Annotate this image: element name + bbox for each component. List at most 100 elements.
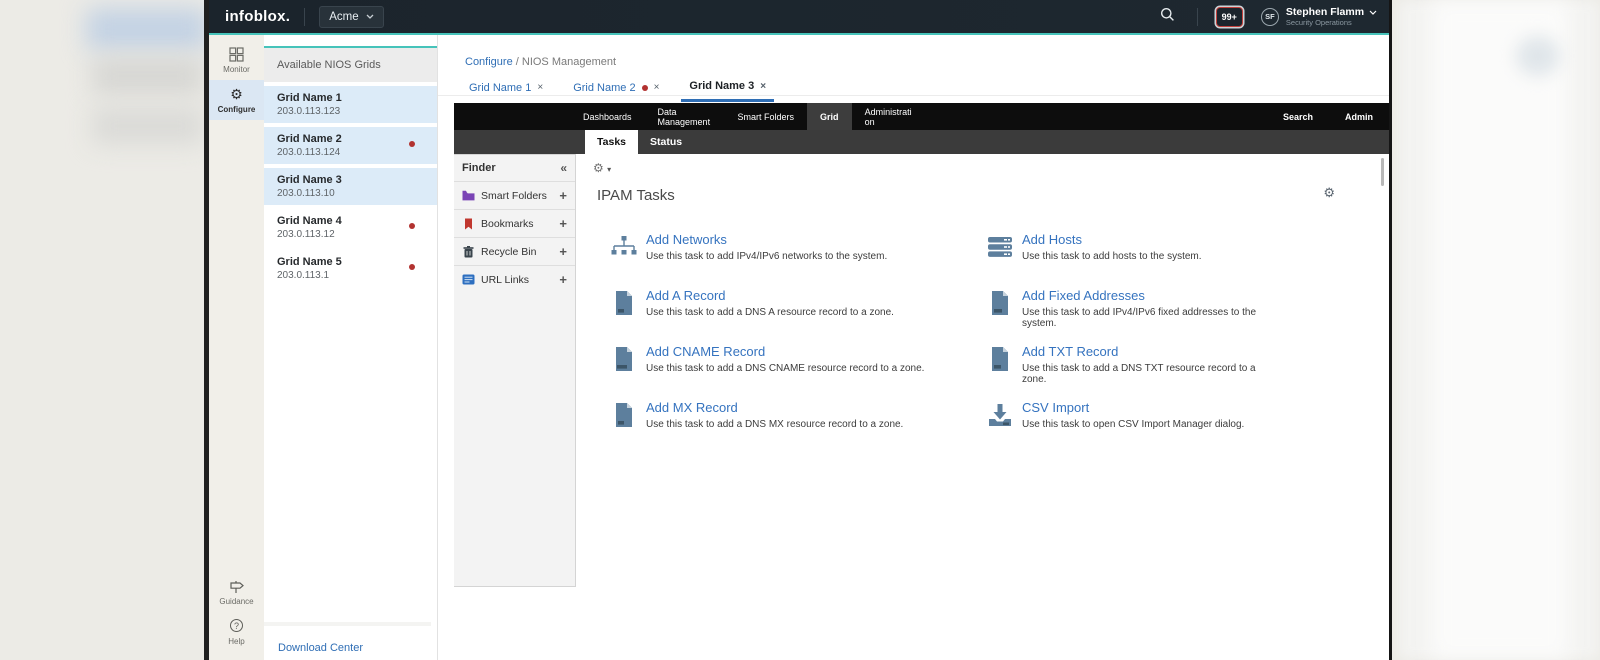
chevron-down-icon bbox=[366, 14, 374, 19]
user-role: Security Operations bbox=[1286, 18, 1377, 27]
add-icon[interactable]: + bbox=[559, 272, 567, 287]
task-desc: Use this task to add IPv4/IPv6 fixed add… bbox=[1022, 307, 1269, 329]
settings-gear-icon[interactable]: ⚙ bbox=[1323, 185, 1335, 201]
grid-name: Grid Name 3 bbox=[277, 174, 427, 186]
grid-name: Grid Name 4 bbox=[277, 215, 427, 227]
finder-item-smart-folders[interactable]: Smart Folders + bbox=[454, 181, 575, 209]
rail-item-monitor[interactable]: Monitor bbox=[209, 40, 264, 80]
nav-item-administration[interactable]: Administration bbox=[852, 103, 928, 130]
header-right: 99+ SF Stephen Flamm Security Operations bbox=[1153, 7, 1377, 27]
gear-icon: ⚙ bbox=[593, 161, 604, 175]
task-add-networks: Add Networks Use this task to add IPv4/I… bbox=[611, 232, 987, 288]
close-icon[interactable]: × bbox=[537, 82, 543, 93]
org-selector[interactable]: Acme bbox=[319, 6, 383, 28]
task-link[interactable]: Add Networks bbox=[646, 232, 887, 247]
task-link[interactable]: Add CNAME Record bbox=[646, 344, 924, 359]
task-desc: Use this task to add a DNS CNAME resourc… bbox=[646, 363, 924, 374]
tab-label: Grid Name 3 bbox=[689, 80, 754, 92]
nav-item-admin[interactable]: Admin bbox=[1329, 103, 1389, 130]
grid-list-item[interactable]: Grid Name 3 203.0.113.10 bbox=[264, 168, 437, 205]
user-menu[interactable]: SF Stephen Flamm Security Operations bbox=[1261, 7, 1377, 27]
org-name: Acme bbox=[329, 11, 358, 23]
grid-name: Grid Name 1 bbox=[277, 92, 427, 104]
nav-item-grid[interactable]: Grid bbox=[807, 103, 852, 130]
tab-grid-name-1[interactable]: Grid Name 1 × bbox=[461, 75, 551, 102]
task-link[interactable]: Add MX Record bbox=[646, 400, 903, 415]
task-csv-import: CSV Import Use this task to open CSV Imp… bbox=[987, 400, 1269, 456]
finder-item-recycle-bin[interactable]: Recycle Bin + bbox=[454, 237, 575, 265]
add-icon[interactable]: + bbox=[559, 216, 567, 231]
nav-item-dashboards[interactable]: Dashboards bbox=[570, 103, 645, 130]
task-add-cname-record: Add CNAME Record Use this task to add a … bbox=[611, 344, 987, 400]
rail-item-guidance[interactable]: Guidance bbox=[209, 572, 264, 612]
nav-item-search[interactable]: Search bbox=[1267, 103, 1329, 130]
close-icon[interactable]: × bbox=[760, 81, 766, 92]
task-link[interactable]: Add A Record bbox=[646, 288, 894, 303]
grid-name: Grid Name 2 bbox=[277, 133, 427, 145]
finder-item-bookmarks[interactable]: Bookmarks + bbox=[454, 209, 575, 237]
nios-frame: Dashboards Data Management Smart Folders… bbox=[454, 103, 1389, 660]
task-add-txt-record: Add TXT Record Use this task to add a DN… bbox=[987, 344, 1269, 400]
divider bbox=[304, 8, 305, 26]
bookmark-icon bbox=[462, 218, 475, 230]
nav-right: Search Admin bbox=[1267, 103, 1389, 130]
user-name: Stephen Flamm bbox=[1286, 7, 1377, 18]
top-header: infoblox. Acme 99+ SF Stephen Flamm bbox=[209, 0, 1389, 33]
finder-item-url-links[interactable]: URL Links + bbox=[454, 265, 575, 293]
hosts-icon bbox=[987, 234, 1013, 260]
rail-item-configure[interactable]: ⚙ Configure bbox=[209, 80, 264, 120]
scrollbar-thumb[interactable] bbox=[1381, 158, 1384, 186]
tab-grid-name-3[interactable]: Grid Name 3 × bbox=[681, 75, 774, 102]
grid-ip: 203.0.113.12 bbox=[277, 229, 427, 240]
chevron-down-icon bbox=[1369, 10, 1377, 15]
tab-label: Grid Name 1 bbox=[469, 82, 531, 94]
rail-item-label: Configure bbox=[209, 105, 264, 114]
alert-dot bbox=[642, 85, 648, 91]
grid-ip: 203.0.113.10 bbox=[277, 188, 427, 199]
backdrop-blur-shape bbox=[86, 8, 208, 50]
tab-grid-name-2[interactable]: Grid Name 2 × bbox=[565, 75, 667, 102]
grid-list-item[interactable]: Grid Name 1 203.0.113.123 bbox=[264, 86, 437, 123]
grids-panel-footer: Download Center bbox=[264, 622, 431, 660]
nios-nav-bar: Dashboards Data Management Smart Folders… bbox=[454, 103, 1389, 130]
grid-ip: 203.0.113.124 bbox=[277, 147, 427, 158]
ipam-tasks-title: IPAM Tasks bbox=[597, 187, 675, 204]
search-icon[interactable] bbox=[1153, 7, 1183, 27]
content-toolbar[interactable]: ⚙ ▾ bbox=[593, 161, 611, 175]
notification-badge[interactable]: 99+ bbox=[1216, 7, 1243, 27]
help-icon: ? bbox=[209, 619, 264, 634]
task-desc: Use this task to open CSV Import Manager… bbox=[1022, 419, 1244, 430]
task-link[interactable]: Add TXT Record bbox=[1022, 344, 1269, 359]
grids-panel: Available NIOS Grids Grid Name 1 203.0.1… bbox=[264, 35, 438, 660]
grid-list-item[interactable]: Grid Name 5 203.0.113.1 bbox=[264, 250, 437, 287]
close-icon[interactable]: × bbox=[654, 82, 660, 93]
breadcrumb-page: NIOS Management bbox=[522, 56, 616, 68]
finder-item-label: URL Links bbox=[481, 274, 529, 286]
trash-icon bbox=[462, 246, 475, 258]
subtab-bar: Tasks Status bbox=[454, 130, 1389, 154]
grid-list-item[interactable]: Grid Name 2 203.0.113.124 bbox=[264, 127, 437, 164]
finder-item-label: Bookmarks bbox=[481, 218, 534, 230]
download-center-link[interactable]: Download Center bbox=[278, 642, 363, 654]
nav-item-smart-folders[interactable]: Smart Folders bbox=[725, 103, 808, 130]
nav-item-data-management[interactable]: Data Management bbox=[645, 103, 725, 130]
task-add-mx-record: Add MX Record Use this task to add a DNS… bbox=[611, 400, 987, 456]
folder-icon bbox=[462, 190, 475, 201]
collapse-panel-icon[interactable]: « bbox=[560, 161, 567, 175]
task-link[interactable]: Add Hosts bbox=[1022, 232, 1202, 247]
tab-tasks[interactable]: Tasks bbox=[585, 130, 638, 154]
grid-tab-bar: Grid Name 1 × Grid Name 2 × Grid Name 3 … bbox=[461, 75, 774, 102]
task-link[interactable]: Add Fixed Addresses bbox=[1022, 288, 1269, 303]
task-desc: Use this task to add hosts to the system… bbox=[1022, 251, 1202, 262]
grid-list-item[interactable]: Grid Name 4 203.0.113.12 bbox=[264, 209, 437, 246]
task-grid: Add Networks Use this task to add IPv4/I… bbox=[611, 232, 1269, 456]
add-icon[interactable]: + bbox=[559, 244, 567, 259]
add-icon[interactable]: + bbox=[559, 188, 567, 203]
task-link[interactable]: CSV Import bbox=[1022, 400, 1244, 415]
breadcrumb-configure[interactable]: Configure bbox=[465, 56, 513, 68]
backdrop-blur-shape bbox=[1430, 0, 1570, 660]
tab-status[interactable]: Status bbox=[638, 130, 694, 154]
rail-item-help[interactable]: ? Help bbox=[209, 612, 264, 652]
record-document-icon bbox=[611, 402, 637, 428]
alert-dot bbox=[409, 264, 415, 270]
